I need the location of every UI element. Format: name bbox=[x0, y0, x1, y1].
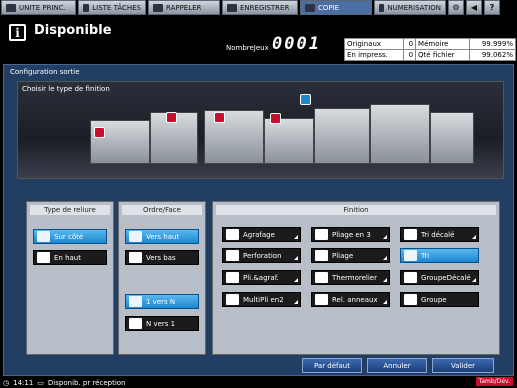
qfile-label: Qté fichier bbox=[415, 49, 470, 61]
tri-fold-icon bbox=[315, 229, 328, 240]
group-button[interactable]: Groupe bbox=[400, 292, 479, 307]
settings-tab[interactable]: ⚙ bbox=[448, 0, 464, 15]
page-title: Configuration sortie bbox=[10, 68, 80, 76]
multi-fold-button[interactable]: MultiPli en2 bbox=[222, 292, 301, 307]
unit-alert-icon bbox=[214, 112, 225, 123]
binding-type-title: Type de reliure bbox=[30, 205, 110, 215]
offset-sort-button[interactable]: Tri décalé bbox=[400, 227, 479, 242]
counters-table: Originaux 0 Mémoire 99.999% En impress. … bbox=[344, 38, 517, 61]
scene-label: Choisir le type de finition bbox=[22, 85, 110, 93]
face-down-button[interactable]: Vers bas bbox=[125, 250, 199, 265]
volume-tab[interactable]: ◀ bbox=[466, 0, 482, 15]
machine-status: Disponible bbox=[34, 23, 112, 38]
order-1-to-n-icon bbox=[129, 296, 142, 307]
selected-output-icon bbox=[300, 94, 311, 105]
ring-binding-icon bbox=[315, 294, 328, 305]
tab-enregistrer[interactable]: ENREGISTRER bbox=[222, 0, 298, 15]
copy-icon bbox=[305, 3, 315, 12]
punch-icon bbox=[226, 250, 239, 261]
order-n-to-1-button[interactable]: N vers 1 bbox=[125, 316, 199, 331]
order-face-panel: Ordre/Face Vers haut Vers bas 1 vers N N… bbox=[118, 201, 206, 355]
binding-type-panel: Type de reliure Sur côté En haut bbox=[26, 201, 114, 355]
machine-unit bbox=[370, 104, 430, 164]
top-tab-bar: UNITE PRINC. LISTE TÂCHES RAPPELER ENREG… bbox=[0, 0, 517, 16]
output-config-panel: Configuration sortie Choisir le type de … bbox=[3, 64, 514, 376]
recall-icon bbox=[153, 3, 163, 12]
gear-icon: ⚙ bbox=[452, 3, 460, 12]
home-icon bbox=[6, 3, 16, 12]
binding-top-button[interactable]: En haut bbox=[33, 250, 107, 265]
face-down-icon bbox=[129, 252, 142, 263]
originals-value: 0 bbox=[402, 38, 417, 50]
machine-diagram: Choisir le type de finition bbox=[17, 81, 504, 179]
machine-unit bbox=[264, 118, 314, 164]
ok-button[interactable]: Valider bbox=[432, 358, 494, 373]
save-icon bbox=[227, 3, 237, 12]
qfile-value: 99.062% bbox=[468, 49, 517, 61]
tab-liste-taches[interactable]: LISTE TÂCHES bbox=[78, 0, 146, 15]
staple-icon bbox=[226, 229, 239, 240]
machine-unit bbox=[314, 108, 370, 164]
default-button[interactable]: Par défaut bbox=[302, 358, 362, 373]
memory-label: Mémoire bbox=[415, 38, 470, 50]
fold-icon bbox=[315, 250, 328, 261]
fold-staple-button[interactable]: Pli.&agraf. bbox=[222, 270, 301, 285]
info-icon: i bbox=[9, 24, 26, 41]
tab-rappeler[interactable]: RAPPELER bbox=[148, 0, 220, 15]
cancel-button[interactable]: Annuler bbox=[367, 358, 427, 373]
stapling-button[interactable]: Agrafage bbox=[222, 227, 301, 242]
tri-fold-button[interactable]: Pliage en 3 bbox=[311, 227, 390, 242]
fold-staple-icon bbox=[226, 272, 239, 283]
machine-unit bbox=[430, 112, 474, 164]
sort-button[interactable]: Tri bbox=[400, 248, 479, 263]
offset-sort-icon bbox=[404, 229, 417, 240]
face-up-button[interactable]: Vers haut bbox=[125, 229, 199, 244]
help-tab[interactable]: ? bbox=[484, 0, 500, 15]
status-bar: ◷ 14:11 ▭ Disponib. pr réception bbox=[0, 377, 517, 388]
tab-numerisation[interactable]: NUMERISATION bbox=[374, 0, 446, 15]
toner-warning-badge[interactable]: Tamb/Dév. bbox=[475, 377, 513, 386]
finishing-title: Finition bbox=[216, 205, 496, 215]
face-up-icon bbox=[129, 231, 142, 242]
unit-alert-icon bbox=[166, 112, 177, 123]
receive-icon: ▭ bbox=[37, 378, 44, 387]
list-icon bbox=[83, 3, 90, 12]
clock-time: 14:11 bbox=[13, 378, 34, 387]
perfect-binding-icon bbox=[315, 272, 328, 283]
status-header: i Disponible NombreJeux 0001 Originaux 0… bbox=[0, 17, 517, 62]
punching-button[interactable]: Perforation bbox=[222, 248, 301, 263]
ring-binding-button[interactable]: Rel. anneaux bbox=[311, 292, 390, 307]
sort-icon bbox=[404, 250, 417, 261]
jobs-label: NombreJeux bbox=[226, 44, 269, 52]
inprint-label: En impress. bbox=[344, 49, 404, 61]
help-icon: ? bbox=[489, 3, 495, 12]
order-1-to-n-button[interactable]: 1 vers N bbox=[125, 294, 199, 309]
originals-label: Originaux bbox=[344, 38, 404, 50]
tab-copie[interactable]: COPIE bbox=[300, 0, 372, 15]
machine-unit bbox=[204, 110, 264, 164]
top-binding-icon bbox=[37, 252, 50, 263]
footer-status: Disponib. pr réception bbox=[47, 378, 126, 387]
binding-side-button[interactable]: Sur côté bbox=[33, 229, 107, 244]
jobs-counter: 0001 bbox=[272, 34, 321, 54]
speaker-icon: ◀ bbox=[470, 3, 478, 12]
inprint-value: 0 bbox=[402, 49, 417, 61]
offset-group-icon bbox=[404, 272, 417, 283]
unit-alert-icon bbox=[94, 127, 105, 138]
scan-icon bbox=[379, 3, 385, 12]
memory-value: 99.999% bbox=[468, 38, 517, 50]
side-binding-icon bbox=[37, 231, 50, 242]
group-icon bbox=[404, 294, 417, 305]
offset-group-button[interactable]: GroupeDécalé bbox=[400, 270, 479, 285]
clock-icon: ◷ bbox=[3, 378, 10, 387]
multi-fold-icon bbox=[226, 294, 239, 305]
order-n-to-1-icon bbox=[129, 318, 142, 329]
fold-button[interactable]: Pliage bbox=[311, 248, 390, 263]
finishing-panel: Finition Agrafage Pliage en 3 Tri décalé… bbox=[212, 201, 500, 355]
unit-alert-icon bbox=[270, 113, 281, 124]
order-face-title: Ordre/Face bbox=[122, 205, 202, 215]
perfect-binding-button[interactable]: Thermorelier bbox=[311, 270, 390, 285]
tab-unite-princ[interactable]: UNITE PRINC. bbox=[1, 0, 76, 15]
